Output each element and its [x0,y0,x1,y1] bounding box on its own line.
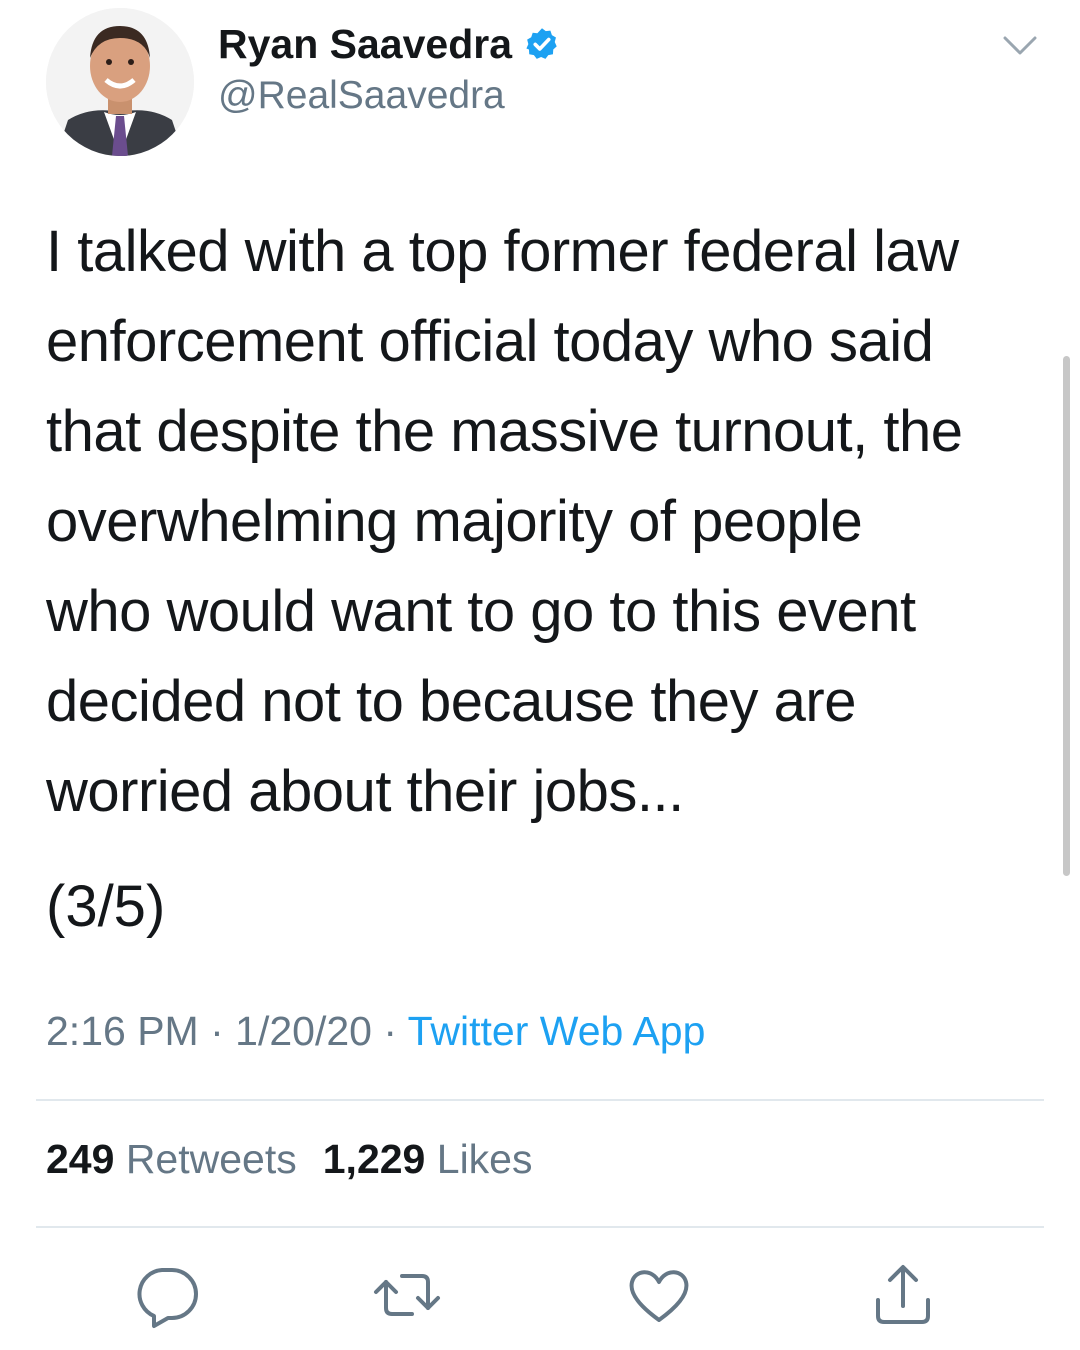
likes-count: 1,229 [322,1136,426,1182]
action-bar [0,1260,1080,1330]
tweet-text-line: decided not to because they are [46,669,856,734]
share-button[interactable] [868,1260,938,1330]
tweet-text-line: enforcement official today who said [46,309,934,374]
retweet-button[interactable] [372,1260,442,1330]
verified-badge-icon [526,28,557,59]
tweet-meta: 2:16 PM · 1/20/20 · Twitter Web App [46,1008,705,1055]
retweets-label: Retweets [125,1136,297,1182]
tweet-source-link[interactable]: Twitter Web App [408,1008,706,1054]
share-icon [876,1265,930,1324]
reply-button[interactable] [132,1260,202,1330]
reply-icon [137,1268,198,1328]
more-options-chevron-down-icon[interactable] [1000,30,1040,60]
avatar-photo [46,8,194,156]
divider [36,1099,1044,1101]
tweet-text-line: who would want to go to this event [46,579,916,644]
likes-label: Likes [436,1136,533,1182]
tweet-time: 2:16 PM [46,1008,199,1054]
likes-stat[interactable]: 1,229 Likes [323,1136,533,1182]
tweet-text-line: that despite the massive turnout, the [46,399,963,464]
scrollbar[interactable] [1063,356,1070,876]
like-button[interactable] [624,1260,694,1330]
divider [36,1226,1044,1228]
user-handle[interactable]: @RealSaavedra [218,74,505,118]
tweet-date: 1/20/20 [235,1008,372,1054]
meta-separator: · [198,1008,236,1054]
like-icon [629,1270,689,1322]
tweet-text-line: I talked with a top former federal law [46,219,959,284]
retweets-stat[interactable]: 249 Retweets [46,1136,297,1182]
tweet-stats: 249 Retweets 1,229 Likes [46,1136,532,1183]
meta-separator: · [371,1008,408,1054]
retweet-icon [374,1274,440,1316]
name-row: Ryan Saavedra [218,18,560,70]
tweet-text-line: overwhelming majority of people [46,489,863,554]
display-name[interactable]: Ryan Saavedra [218,21,512,68]
avatar[interactable] [46,8,194,156]
thread-count: (3/5) [46,874,166,939]
tweet-text-line: worried about their jobs... [46,759,684,824]
tweet-text: I talked with a top former federal law e… [46,207,1036,837]
retweets-count: 249 [46,1136,115,1182]
